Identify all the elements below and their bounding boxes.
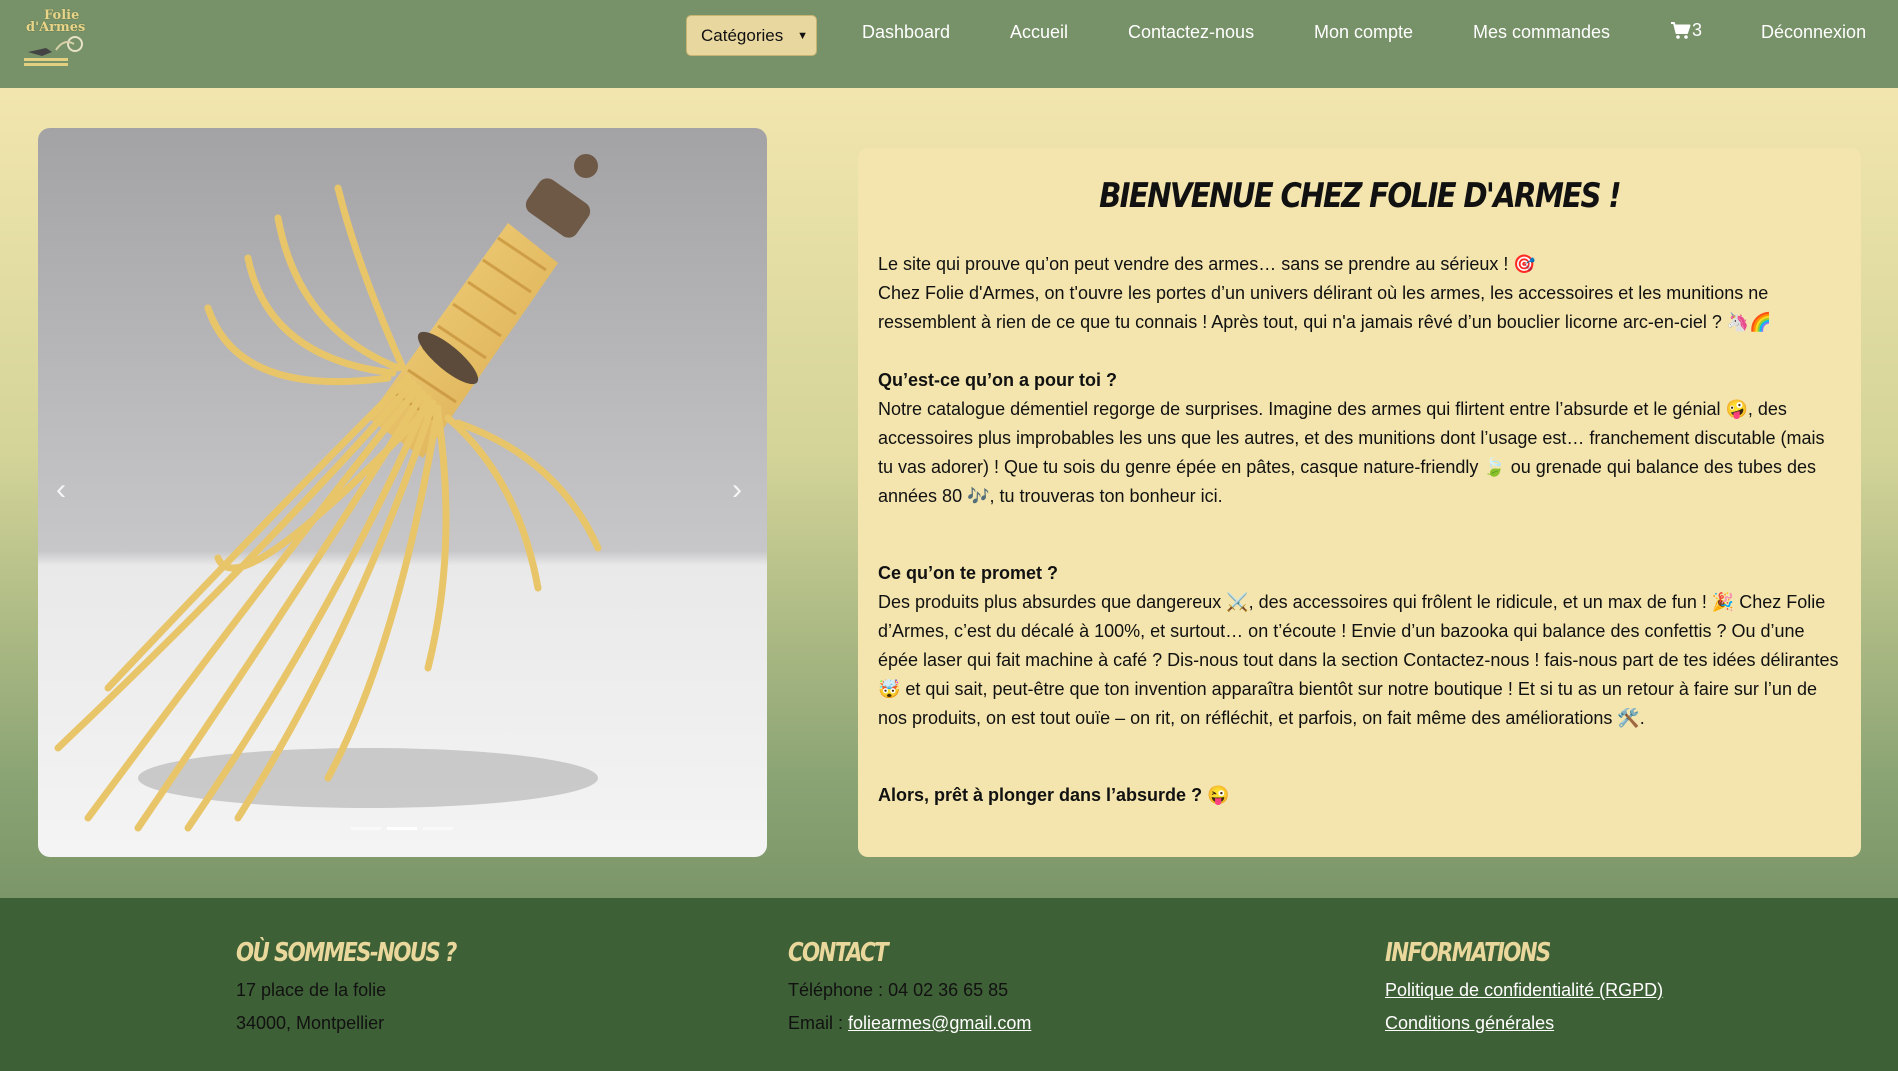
intro-line-1: Le site qui prouve qu’on peut vendre des…	[878, 254, 1536, 274]
address-line-1: 17 place de la folie	[236, 980, 387, 1000]
footer-location: Où sommes-nous ? 17 place de la folie 34…	[236, 938, 504, 1040]
footer-contact: Contact Téléphone : 04 02 36 65 85 Email…	[788, 938, 1031, 1040]
product-carousel[interactable]: ‹ ›	[38, 128, 767, 857]
footer-location-title: Où sommes-nous ?	[236, 938, 457, 968]
nav-link-contact[interactable]: Contactez-nous	[1128, 22, 1254, 43]
closing-line: Alors, prêt à plonger dans l’absurde ? 😜	[878, 785, 1230, 805]
logo-text: Folie d'Armes	[26, 9, 86, 35]
phone-number: Téléphone : 04 02 36 65 85	[788, 980, 1009, 1000]
carousel-next-icon[interactable]: ›	[732, 473, 742, 507]
email-link[interactable]: foliearmes@gmail.com	[848, 1013, 1031, 1033]
section-promise-text: Des produits plus absurdes que dangereux…	[878, 592, 1839, 728]
carousel-slide-image	[54, 154, 602, 832]
intro-paragraph: Chez Folie d'Armes, on t'ouvre les porte…	[878, 283, 1772, 332]
carousel-indicator-active[interactable]	[387, 827, 417, 830]
carousel-prev-icon[interactable]: ‹	[56, 473, 66, 507]
carousel-indicators	[351, 827, 453, 830]
section-catalog-text: Notre catalogue démentiel regorge de sur…	[878, 399, 1825, 506]
email-label: Email :	[788, 1013, 849, 1033]
section-promise-title: Ce qu’on te promet ?	[878, 563, 1058, 583]
carousel-indicator[interactable]	[423, 827, 453, 830]
categories-select[interactable]: Catégories ▼	[686, 15, 817, 56]
nav-link-account[interactable]: Mon compte	[1314, 22, 1413, 43]
logout-link[interactable]: Déconnexion	[1761, 22, 1866, 43]
chevron-down-icon: ▼	[797, 29, 808, 42]
carousel-indicator[interactable]	[351, 827, 381, 830]
section-catalog-title: Qu’est-ce qu’on a pour toi ?	[878, 370, 1118, 390]
privacy-link[interactable]: Politique de confidentialité (RGPD)	[1385, 980, 1663, 1000]
footer-info-title: Informations	[1385, 938, 1551, 968]
footer-info: Informations Politique de confidentialit…	[1385, 938, 1663, 1040]
nav-link-orders[interactable]: Mes commandes	[1473, 22, 1610, 43]
logo-text-line-2: d'Armes	[26, 20, 86, 35]
privacy-line: Politique de confidentialité (RGPD)	[1385, 974, 1663, 1007]
welcome-title: Bienvenue chez Folie d'Armes !	[1099, 176, 1622, 216]
nav-link-accueil[interactable]: Accueil	[1010, 22, 1068, 43]
email-line: Email : foliearmes@gmail.com	[788, 1007, 1031, 1040]
address-line-2: 34000, Montpellier	[236, 1013, 385, 1033]
cart-icon	[1671, 21, 1691, 39]
site-logo[interactable]: Folie d'Armes	[20, 9, 90, 72]
categories-select-value: Catégories	[701, 25, 784, 45]
footer-contact-title: Contact	[788, 938, 889, 968]
nav-link-dashboard[interactable]: Dashboard	[862, 22, 950, 43]
welcome-panel: Bienvenue chez Folie d'Armes ! Le site q…	[858, 148, 1861, 857]
top-navbar: Folie d'Armes Catégories ▼ Dashboard Acc…	[0, 0, 1898, 88]
cart-link[interactable]: 3	[1671, 20, 1702, 41]
terms-link[interactable]: Conditions générales	[1385, 1013, 1554, 1033]
main-section: ‹ › Bienvenue chez Folie d'Armes ! Le si…	[0, 88, 1898, 898]
cart-count: 3	[1692, 20, 1703, 40]
terms-line: Conditions générales	[1385, 1007, 1663, 1040]
